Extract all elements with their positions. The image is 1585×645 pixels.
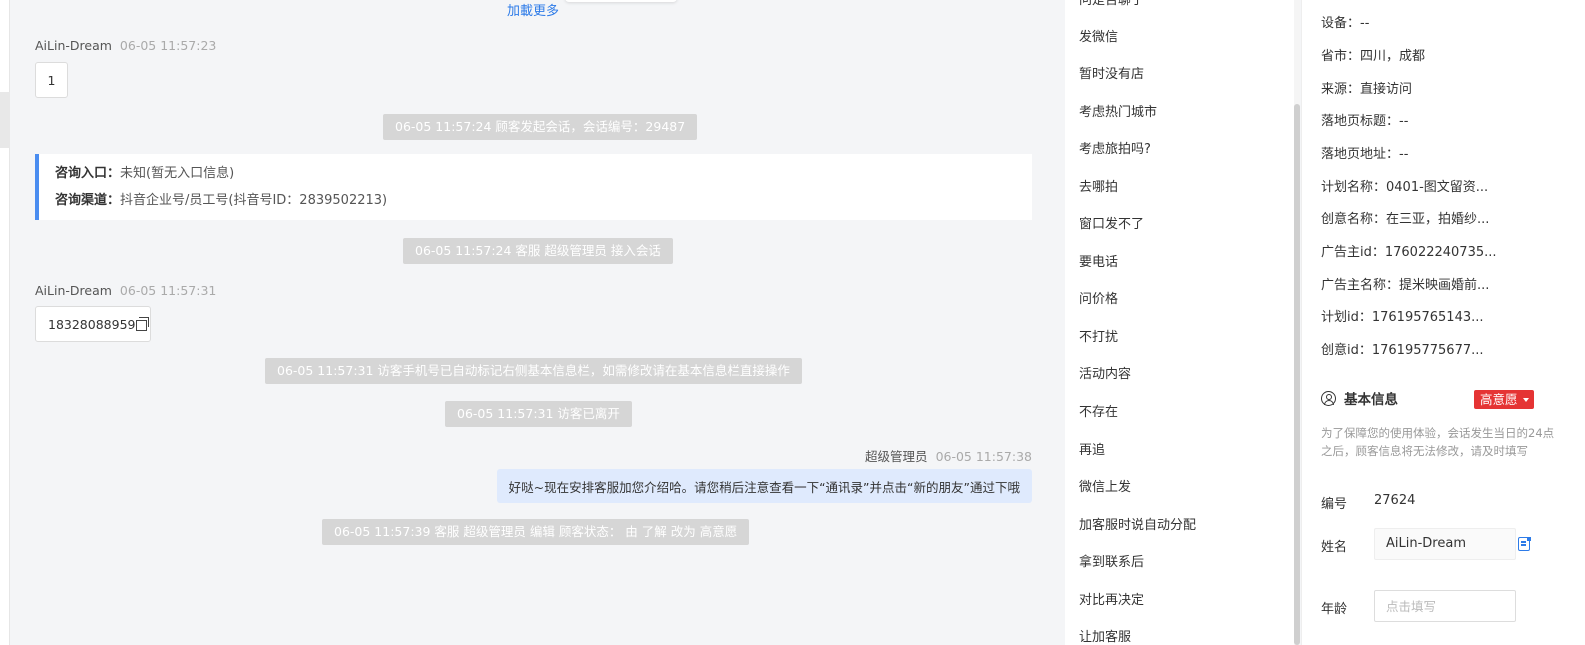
customer-message-bubble: 1 [35, 62, 68, 98]
message-text: 1 [47, 72, 56, 88]
consult-entry-value: 未知(暂无入口信息) [120, 166, 235, 181]
system-notice: 06-05 11:57:24 客服 超级管理员 接入会话 [403, 238, 673, 264]
basic-info-title: 基本信息 [1344, 392, 1398, 408]
message-sender: AiLin-Dream [35, 283, 112, 298]
quick-reply-item[interactable]: 考虑旅拍吗? [1079, 138, 1151, 157]
name-label: 姓名 [1321, 540, 1348, 555]
quick-reply-item[interactable]: 拿到联系后 [1079, 551, 1144, 570]
copy-document-icon[interactable] [1518, 536, 1531, 551]
quick-reply-item[interactable]: 不存在 [1079, 401, 1118, 420]
customer-detail-landing-url: 落地页地址：-- [1321, 147, 1409, 162]
message-text: 18328088959 [48, 316, 136, 332]
age-label: 年龄 [1321, 602, 1348, 617]
agent-message-time: 06-05 11:57:38 [935, 449, 1032, 464]
quick-reply-item[interactable]: 问价格 [1079, 288, 1118, 307]
quick-reply-item[interactable]: 考虑热门城市 [1079, 101, 1157, 120]
customer-detail-creative-name: 创意名称：在三亚，拍婚纱... [1321, 212, 1490, 227]
agent-message-text: 好哒~现在安排客服加您介绍哈。请您稍后注意查看一下“通讯录”并点击“新的朋友”通… [508, 479, 1020, 495]
quick-reply-item[interactable]: 发微信 [1079, 26, 1118, 45]
message-meta: AiLin-Dream 06-05 11:57:23 [35, 38, 216, 53]
quick-reply-panel: 问是否聊了 发微信 暂时没有店 考虑热门城市 考虑旅拍吗? 去哪拍 窗口发不了 … [1065, 0, 1300, 645]
quick-reply-item[interactable]: 暂时没有店 [1079, 63, 1144, 82]
basic-info-header: 基本信息 [1321, 388, 1398, 408]
age-input[interactable] [1374, 590, 1516, 622]
edit-notice: 为了保障您的使用体验，会话发生当日的24点之后，顾客信息将无法修改，请及时填写 [1321, 426, 1555, 458]
customer-detail-device: 设备：-- [1321, 16, 1370, 31]
quick-reply-item[interactable]: 让加客服 [1079, 626, 1131, 645]
caret-down-icon [1523, 398, 1529, 402]
agent-message-bubble: 好哒~现在安排客服加您介绍哈。请您稍后注意查看一下“通讯录”并点击“新的朋友”通… [496, 469, 1032, 503]
user-circle-icon [1321, 390, 1336, 406]
customer-info-panel: 设备：-- 省市：四川，成都 来源：直接访问 落地页标题：-- 落地页地址：--… [1301, 0, 1585, 645]
quick-reply-item[interactable]: 加客服时说自动分配 [1079, 514, 1196, 533]
system-notice: 06-05 11:57:31 访客已离开 [445, 401, 632, 427]
floating-toolbar [565, 0, 677, 2]
copy-icon[interactable] [136, 316, 150, 331]
quick-reply-item[interactable]: 对比再决定 [1079, 589, 1144, 608]
system-notice: 06-05 11:57:39 客服 超级管理员 编辑 顾客状态： 由 了解 改为… [322, 519, 750, 545]
quick-reply-item[interactable]: 不打扰 [1079, 326, 1118, 345]
customer-detail-advertiser-id: 广告主id：176022240735... [1321, 245, 1497, 260]
consult-info-card: 咨询入口：未知(暂无入口信息) 咨询渠道：抖音企业号/员工号(抖音号ID：283… [35, 154, 1032, 220]
customer-detail-region: 省市：四川，成都 [1321, 49, 1426, 64]
message-time: 06-05 11:57:31 [119, 283, 217, 298]
system-notice: 06-05 11:57:24 顾客发起会话，会话编号：29487 [383, 114, 698, 140]
quick-reply-item[interactable]: 再追 [1079, 439, 1105, 458]
quick-reply-item[interactable]: 问是否聊了 [1079, 0, 1144, 8]
customer-detail-landing-title: 落地页标题：-- [1321, 114, 1409, 129]
intent-status-label: 高意愿 [1480, 392, 1518, 407]
customer-detail-creative-id: 创意id：176195775677... [1321, 343, 1484, 358]
id-value: 27624 [1374, 493, 1416, 508]
customer-detail-plan-name: 计划名称：0401-图文留资... [1321, 180, 1489, 195]
consult-channel-value: 抖音企业号/员工号(抖音号ID：2839502213) [120, 193, 388, 208]
customer-message-bubble: 18328088959 [35, 306, 151, 342]
message-meta: AiLin-Dream 06-05 11:57:31 [35, 283, 216, 298]
message-time: 06-05 11:57:23 [119, 38, 217, 53]
agent-message-meta: 超级管理员 06-05 11:57:38 [865, 446, 1032, 465]
agent-name: 超级管理员 [865, 449, 928, 464]
system-notice: 06-05 11:57:31 访客手机号已自动标记右侧基本信息栏，如需修改请在基… [265, 358, 802, 384]
load-more-link[interactable]: 加載更多 [507, 0, 559, 19]
customer-detail-plan-id: 计划id：176195765143... [1321, 310, 1484, 325]
consult-entry-label: 咨询入口： [55, 166, 121, 181]
intent-status-dropdown[interactable]: 高意愿 [1474, 390, 1534, 409]
id-label: 编号 [1321, 497, 1348, 512]
name-field[interactable]: AiLin-Dream [1374, 528, 1516, 560]
customer-detail-source: 来源：直接访问 [1321, 82, 1413, 97]
quick-reply-item[interactable]: 窗口发不了 [1079, 213, 1144, 232]
quick-reply-scrollbar-thumb[interactable] [1294, 104, 1300, 645]
left-edge-tab[interactable] [0, 92, 10, 148]
quick-reply-item[interactable]: 微信上发 [1079, 476, 1131, 495]
chat-pane: 加載更多 AiLin-Dream 06-05 11:57:23 1 06-05 1… [10, 0, 1065, 645]
consult-channel-label: 咨询渠道： [55, 193, 121, 208]
quick-reply-item[interactable]: 去哪拍 [1079, 176, 1118, 195]
quick-reply-item[interactable]: 活动内容 [1079, 363, 1131, 382]
message-sender: AiLin-Dream [35, 38, 112, 53]
customer-detail-advertiser-name: 广告主名称：提米映画婚前... [1321, 278, 1490, 293]
quick-reply-item[interactable]: 要电话 [1079, 251, 1118, 270]
